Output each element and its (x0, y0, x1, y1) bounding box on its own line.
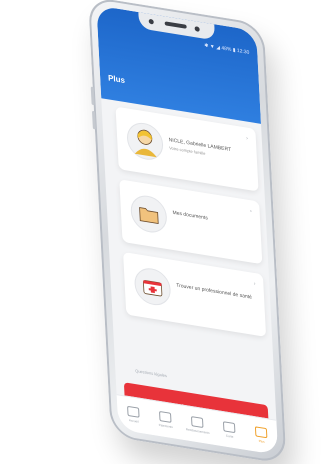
payments-icon (159, 410, 172, 423)
legal-link[interactable]: Questions légales (135, 368, 167, 378)
status-bar: ✱ ▼ ◢ 48% ▮ 12:30 (204, 42, 250, 56)
phone-screen: ✱ ▼ ◢ 48% ▮ 12:30 Plus NICLE, Gabrielle … (96, 5, 279, 456)
user-avatar-icon (126, 120, 164, 163)
nav-label: Carte (225, 433, 234, 439)
chevron-right-icon: › (249, 208, 252, 215)
camera-dot (148, 18, 154, 25)
nav-item-payments[interactable]: Paiements (155, 409, 176, 430)
nav-label: Paiements (158, 422, 173, 430)
nav-label: Remboursements (185, 427, 210, 436)
medical-kit-icon (133, 265, 172, 308)
folder-icon (129, 192, 168, 236)
nav-label: Plus (258, 438, 265, 444)
documents-card[interactable]: Mes documents › (119, 179, 263, 265)
scene: ✱ ▼ ◢ 48% ▮ 12:30 Plus NICLE, Gabrielle … (0, 0, 321, 464)
find-professional-card[interactable]: Trouver un professionnel de santé › (123, 251, 267, 337)
nav-item-refunds[interactable]: Remboursements (185, 414, 210, 436)
find-professional-label: Trouver un professionnel de santé (176, 282, 253, 301)
home-icon (127, 405, 140, 418)
sensor-dot (194, 26, 200, 32)
speaker-slot (164, 21, 187, 29)
phone-mockup: ✱ ▼ ◢ 48% ▮ 12:30 Plus NICLE, Gabrielle … (88, 0, 287, 464)
nav-item-home[interactable]: Accueil (123, 404, 144, 425)
chevron-right-icon: › (253, 280, 256, 288)
nav-item-card[interactable]: Carte (219, 420, 240, 441)
card-icon (222, 421, 236, 434)
nav-item-more[interactable]: Plus (251, 425, 272, 446)
nav-label: Accueil (128, 418, 139, 424)
documents-label: Mes documents (172, 209, 208, 222)
more-icon (254, 426, 268, 439)
chevron-right-icon: › (246, 135, 249, 142)
page-title: Plus (107, 73, 126, 86)
refund-icon (190, 416, 204, 429)
